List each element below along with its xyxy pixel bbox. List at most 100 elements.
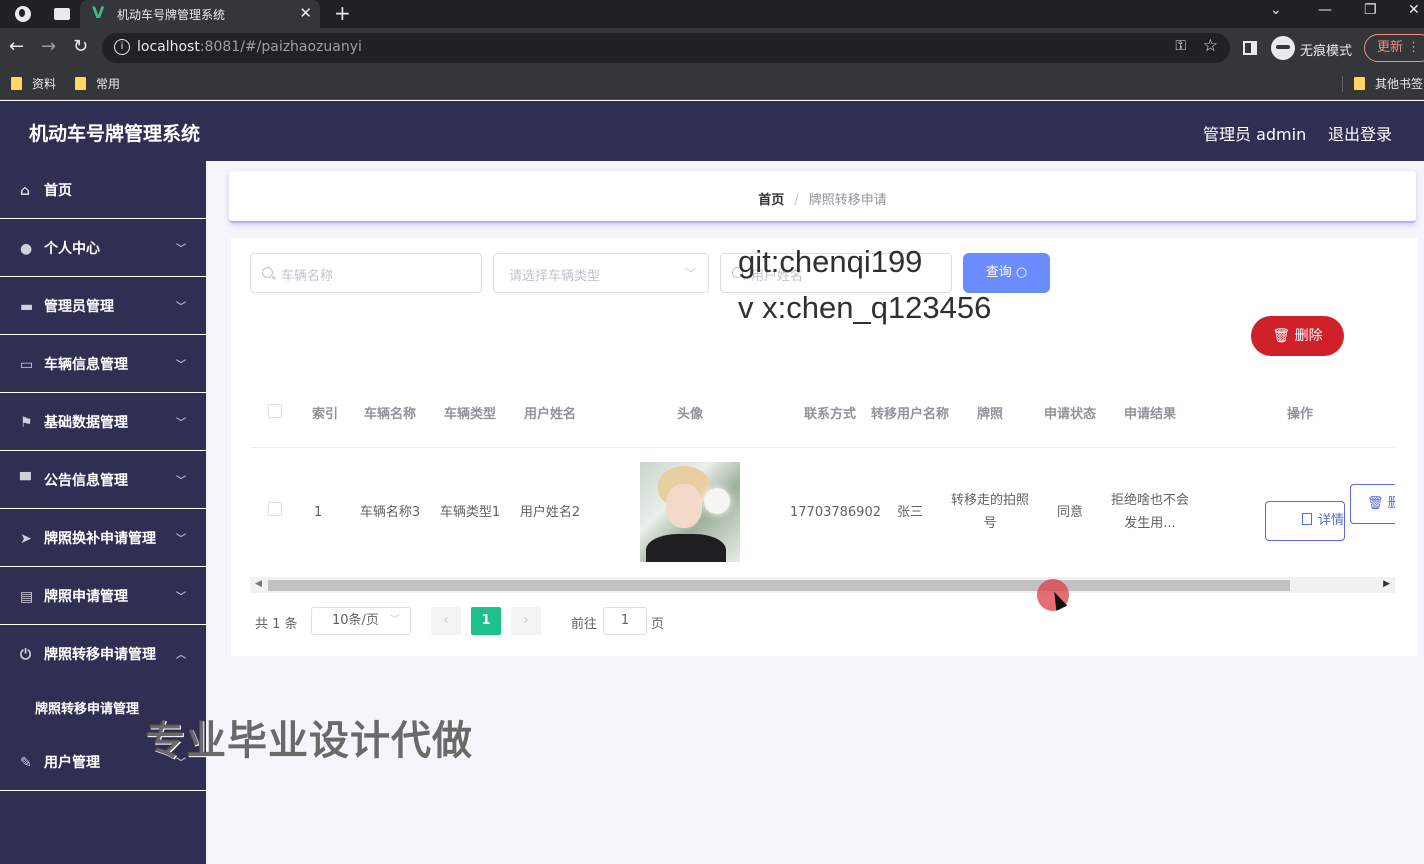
chevron-down-icon: ﹀: [176, 360, 186, 371]
chevron-down-icon: ﹀: [176, 476, 186, 487]
scroll-left-icon[interactable]: ◀: [255, 579, 262, 589]
sidebar-item-vehicles[interactable]: ▭ 车辆信息管理 ﹀: [0, 335, 206, 393]
column-header[interactable]: 车辆名称: [350, 383, 430, 448]
sidebar-item-label: 个人中心: [44, 241, 100, 257]
current-user: 管理员 admin: [1203, 125, 1307, 144]
input-placeholder: 车辆名称: [281, 269, 334, 284]
column-header: 操作: [1190, 383, 1395, 448]
password-key-icon[interactable]: ⚿: [1175, 38, 1186, 54]
page-size-select[interactable]: 10条/页 ﹀: [311, 607, 411, 635]
bookmark-folder[interactable]: 资料: [11, 75, 56, 92]
tab-title: 机动车号牌管理系统: [117, 8, 226, 22]
column-header[interactable]: 申请状态: [1030, 383, 1110, 448]
other-bookmarks[interactable]: 其他书签: [1354, 75, 1423, 92]
column-header[interactable]: 索引: [300, 383, 350, 448]
restore-icon[interactable]: ❐: [1364, 2, 1377, 18]
delete-button[interactable]: 🗑 删除: [1251, 316, 1344, 356]
vehicle-type-select[interactable]: 请选择车辆类型 ﹀: [493, 253, 709, 293]
column-header[interactable]: 车辆类型: [430, 383, 510, 448]
cell-result: 拒绝啥也不会发生用...: [1110, 447, 1190, 578]
column-header[interactable]: 牌照: [950, 383, 1030, 448]
sidebar-item-label: 管理员管理: [44, 299, 114, 315]
url-input[interactable]: i localhost:8081/#/paizhaozuanyi ⚿ ☆: [102, 33, 1230, 63]
bookmark-star-icon[interactable]: ☆: [1203, 36, 1218, 56]
column-header[interactable]: 联系方式: [790, 383, 870, 448]
cell-user-name: 用户姓名2: [510, 447, 590, 578]
sidebar-item-plate-transfer[interactable]: ⏻ 牌照转移申请管理 ︿: [0, 625, 206, 683]
sidebar-item-label: 车辆信息管理: [44, 357, 128, 373]
detail-button[interactable]: 详情: [1265, 500, 1345, 541]
sidebar-item-home[interactable]: ⌂ 首页: [0, 161, 206, 219]
tab-search-icon[interactable]: ⌄: [1270, 2, 1282, 18]
browser-tab-bar: V 机动车号牌管理系统 ✕ + ⌄ — ❐ ✕: [0, 0, 1424, 28]
watermark-ad: 专业毕业设计代做: [145, 718, 473, 764]
chevron-down-icon: ﹀: [176, 592, 186, 603]
home-icon: ⌂: [20, 183, 31, 199]
folder-icon: [75, 77, 86, 90]
bookmark-folder[interactable]: 常用: [75, 75, 120, 92]
forward-icon[interactable]: →: [41, 36, 56, 57]
sidebar-item-plate-replace[interactable]: ➤ 牌照换补申请管理 ﹀: [0, 509, 206, 567]
table-header-row: 索引 车辆名称 车辆类型 用户姓名 头像 联系方式 转移用户名称 牌照 申请状态…: [250, 383, 1395, 448]
select-all-checkbox[interactable]: [268, 403, 282, 418]
chat-icon: ▭: [20, 357, 34, 373]
sidebar-item-base-data[interactable]: ⚑ 基础数据管理 ﹀: [0, 393, 206, 451]
sidebar-item-admins[interactable]: ▬ 管理员管理 ﹀: [0, 277, 206, 335]
prev-page-button[interactable]: ‹: [431, 607, 461, 635]
chevron-up-icon: ︿: [176, 650, 186, 661]
reload-icon[interactable]: ↻: [73, 36, 88, 57]
column-header[interactable]: 转移用户名称: [870, 383, 950, 448]
breadcrumb-home[interactable]: 首页: [758, 193, 784, 208]
send-icon: ➤: [20, 531, 32, 547]
user-icon: ●: [20, 241, 33, 257]
chevron-down-icon: ﹀: [176, 302, 186, 313]
minimize-icon[interactable]: —: [1318, 2, 1332, 18]
incognito-label: 无痕模式: [1300, 44, 1353, 59]
cell-avatar: [590, 447, 790, 578]
side-panel-icon[interactable]: [1243, 41, 1257, 55]
row-checkbox[interactable]: [268, 501, 282, 516]
new-tab-icon[interactable]: +: [334, 0, 351, 26]
column-header[interactable]: 用户姓名: [510, 383, 590, 448]
scrollbar-thumb[interactable]: [268, 580, 1290, 591]
logout-link[interactable]: 退出登录: [1328, 121, 1392, 145]
sidebar-item-label: 用户管理: [44, 755, 100, 771]
row-delete-button[interactable]: 🗑 删: [1350, 483, 1395, 524]
sidebar-item-profile[interactable]: ● 个人中心 ﹀: [0, 219, 206, 277]
bookmarks-divider: [1342, 76, 1343, 92]
window-icon[interactable]: [54, 8, 70, 20]
vehicle-name-input[interactable]: 车辆名称: [250, 253, 482, 293]
browser-tab[interactable]: V 机动车号牌管理系统 ✕: [80, 0, 320, 28]
chevron-down-icon: ﹀: [176, 534, 186, 545]
globe-icon[interactable]: [15, 6, 31, 22]
column-header[interactable]: 头像: [590, 383, 790, 448]
update-button[interactable]: 更新 ⋮: [1364, 34, 1424, 62]
goto-label: 前往: [571, 617, 598, 632]
next-page-button[interactable]: ›: [511, 607, 541, 635]
query-button[interactable]: 查询 ○: [963, 253, 1050, 293]
back-icon[interactable]: ←: [9, 36, 24, 57]
column-header[interactable]: 申请结果: [1110, 383, 1190, 448]
cell-vehicle-type: 车辆类型1: [430, 447, 510, 578]
url-text: localhost:8081/#/paizhaozuanyi: [137, 39, 362, 55]
site-info-icon[interactable]: i: [114, 39, 130, 55]
flag-icon: ⚑: [20, 415, 33, 431]
folder-icon: [1354, 77, 1365, 90]
vue-logo-icon: V: [92, 3, 105, 22]
table-horizontal-scrollbar[interactable]: ◀ ▶: [250, 577, 1395, 593]
watermark-git: git:chenqi199: [738, 244, 923, 279]
sidebar-item-label: 牌照换补申请管理: [44, 531, 156, 547]
close-tab-icon[interactable]: ✕: [299, 4, 312, 22]
address-bar: ← → ↻ i localhost:8081/#/paizhaozuanyi ⚿…: [0, 28, 1424, 68]
goto-page-input[interactable]: 1: [603, 607, 647, 635]
cell-actions: 详情🗑 删: [1190, 447, 1395, 578]
page-number-active[interactable]: 1: [471, 607, 501, 635]
pagination-total: 共 1 条: [255, 617, 298, 632]
search-icon: [262, 267, 273, 278]
cell-status: 同意: [1030, 447, 1110, 578]
sidebar-item-notices[interactable]: ▀ 公告信息管理 ﹀: [0, 451, 206, 509]
select-placeholder: 请选择车辆类型: [509, 269, 601, 284]
scroll-right-icon[interactable]: ▶: [1383, 579, 1390, 589]
sidebar-item-plate-apply[interactable]: ▤ 牌照申请管理 ﹀: [0, 567, 206, 625]
close-window-icon[interactable]: ✕: [1408, 2, 1420, 18]
